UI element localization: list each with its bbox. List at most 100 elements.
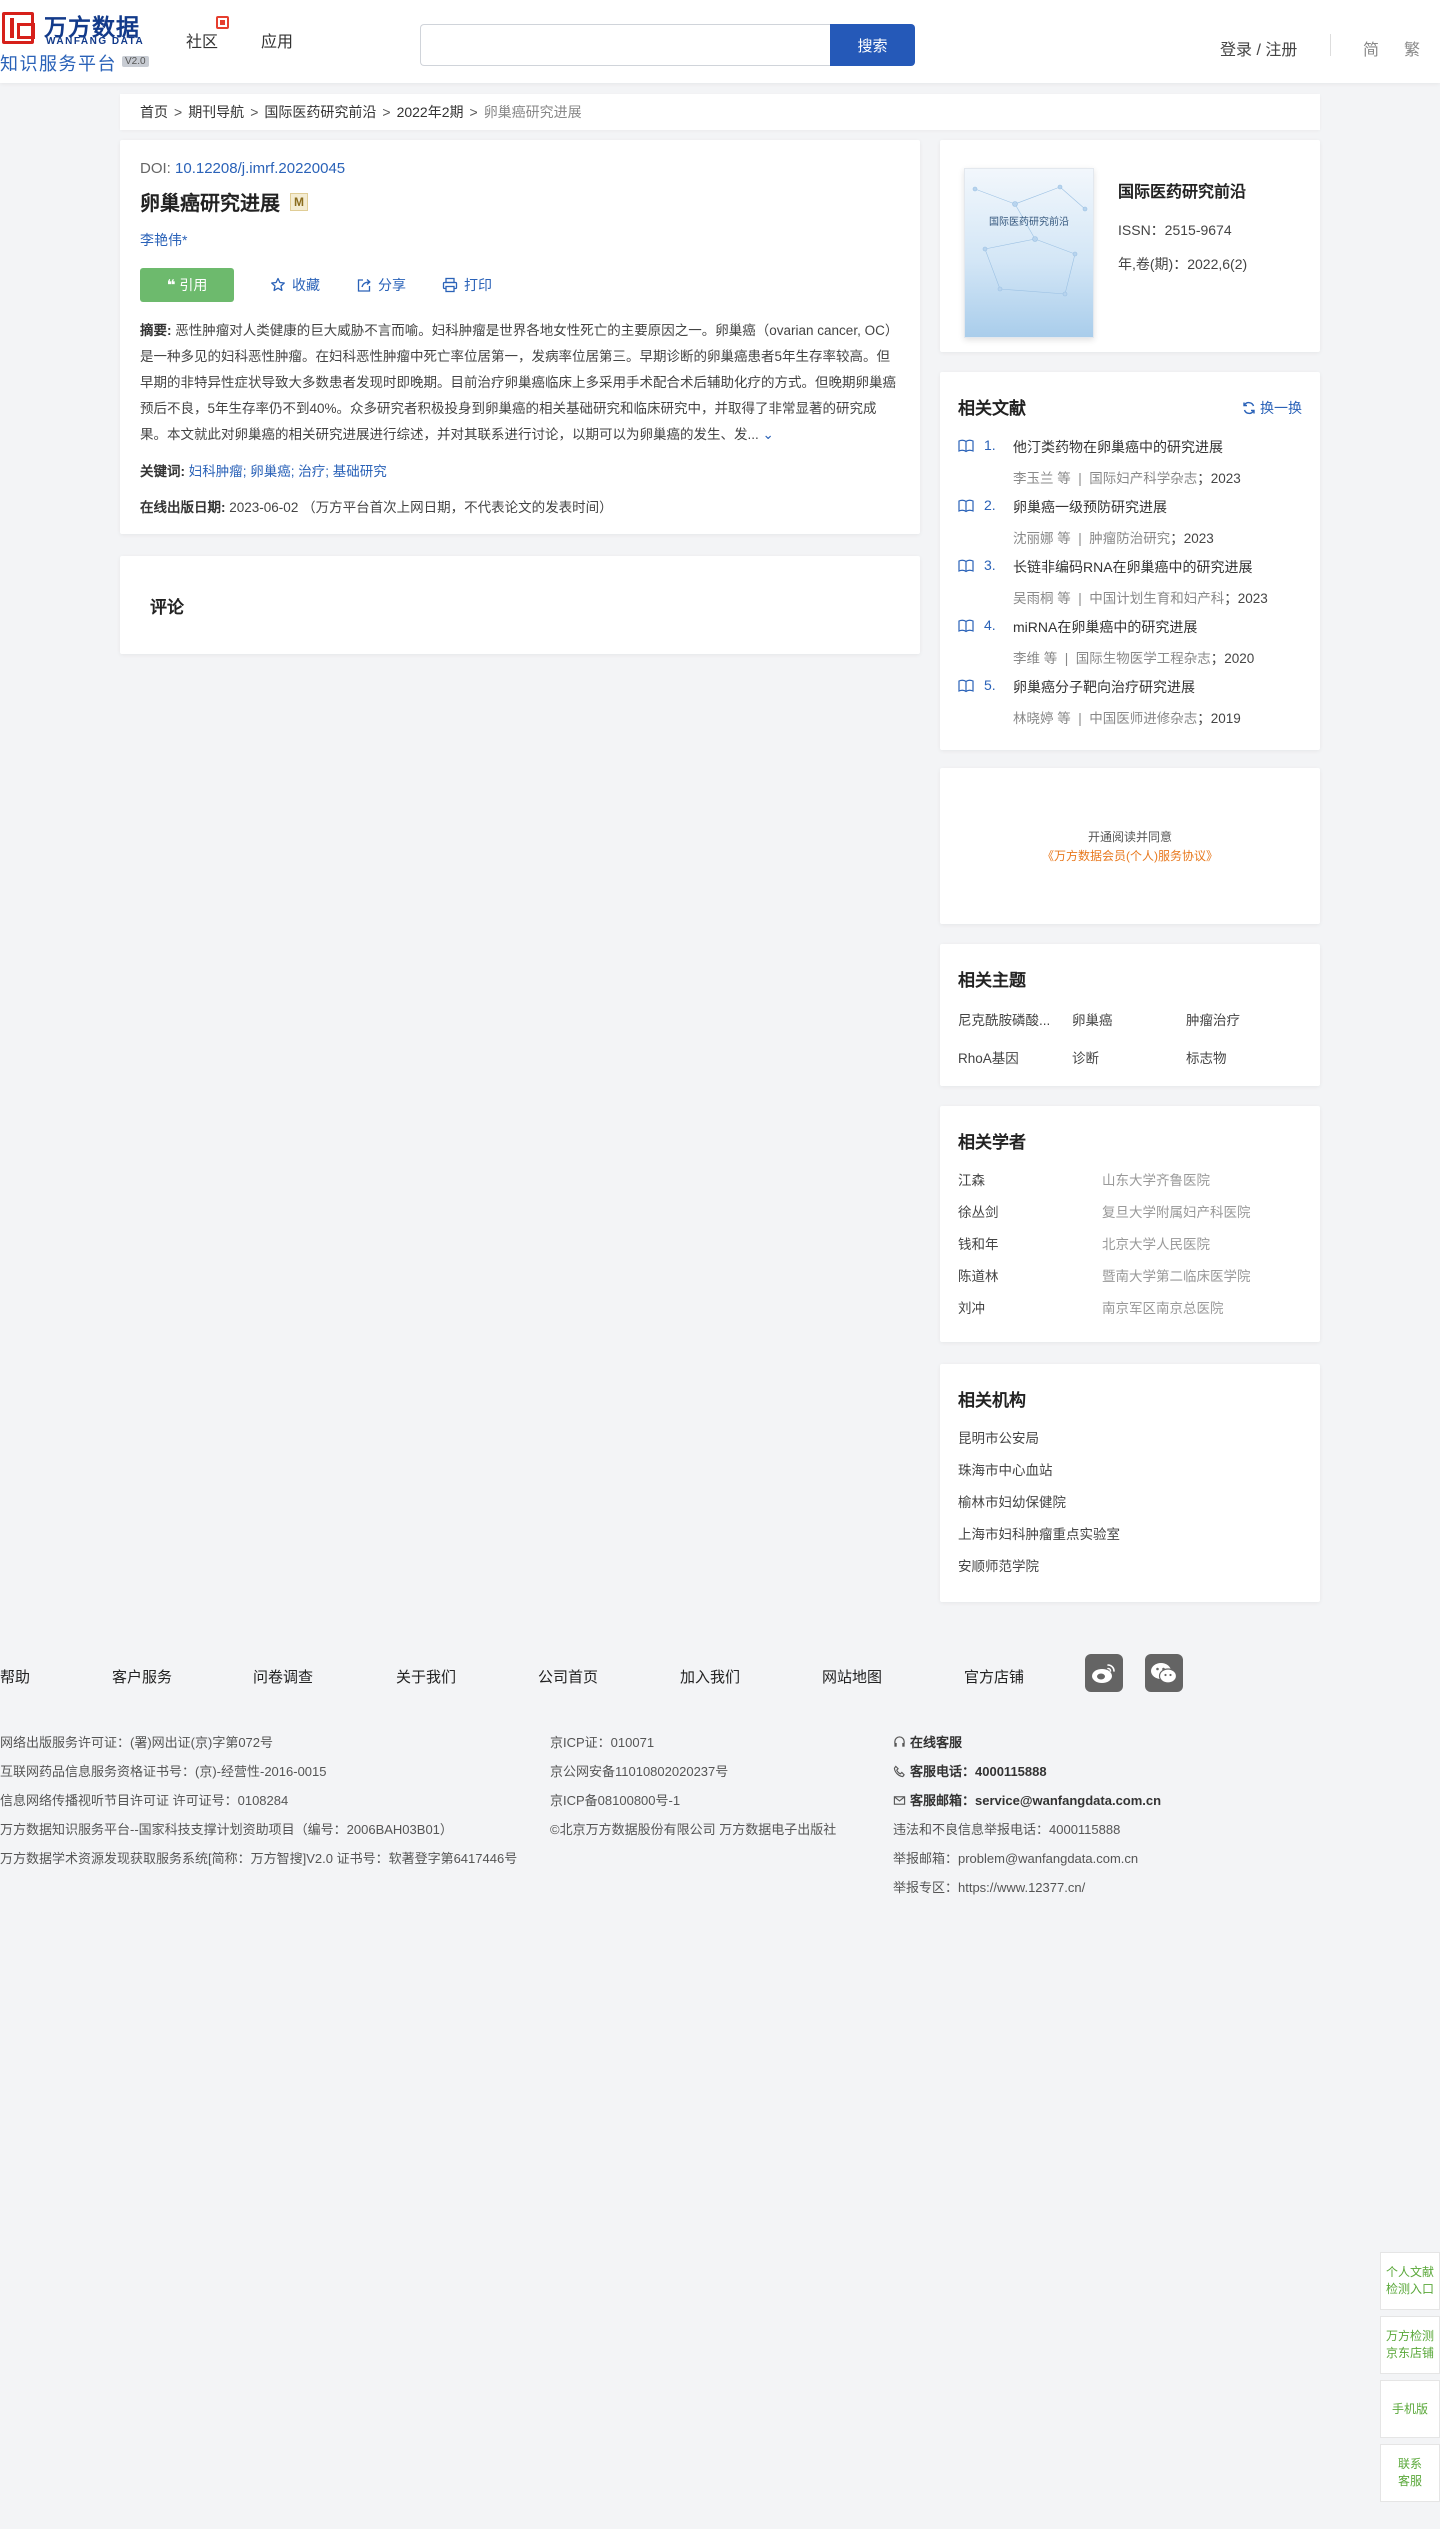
footer-link-join[interactable]: 加入我们 [680, 1666, 740, 1687]
membership-agreement-link[interactable]: 《万方数据会员(个人)服务协议》 [1042, 847, 1218, 864]
related-doc-item[interactable]: 5. 卵巢癌分子靶向治疗研究进展 林晓婷 等 | 中国医师进修杂志；2019 [958, 673, 1302, 733]
service-phone-row: 客服电话：4000115888 [893, 1757, 1161, 1786]
footer-link-customer-service[interactable]: 客户服务 [112, 1666, 172, 1687]
topic-link[interactable]: 卵巢癌 [1072, 1009, 1186, 1029]
footer-link-company[interactable]: 公司首页 [538, 1666, 598, 1687]
journal-volume: 年,卷(期)：2022,6(2) [1118, 256, 1248, 272]
topic-link[interactable]: 尼克酰胺磷酸... [958, 1009, 1072, 1029]
journal-name-link[interactable]: 国际医药研究前沿 [1118, 184, 1246, 201]
wechat-icon[interactable] [1145, 1654, 1183, 1692]
logo-en-text: WANFANG DATA [46, 36, 145, 47]
related-doc-source: 中国计划生育和妇产科 [1089, 591, 1225, 606]
footer-link-store[interactable]: 官方店铺 [964, 1666, 1024, 1687]
keywords-links[interactable]: 妇科肿瘤; 卵巢癌; 治疗; 基础研究 [189, 464, 387, 479]
headset-icon [894, 1736, 905, 1747]
nav-apps[interactable]: 应用 [261, 28, 293, 52]
institution-link[interactable]: 昆明市公安局 [958, 1427, 1302, 1459]
report-email[interactable]: 举报邮箱：problem@wanfangdata.com.cn [893, 1844, 1161, 1873]
print-button[interactable]: 打印 [442, 275, 492, 295]
search-button[interactable]: 搜索 [830, 24, 915, 66]
online-service-link[interactable]: 在线客服 [893, 1728, 1161, 1757]
related-doc-item[interactable]: 3. 长链非编码RNA在卵巢癌中的研究进展 吴雨桐 等 | 中国计划生育和妇产科… [958, 553, 1302, 613]
related-doc-meta: 李玉兰 等 | 国际妇产科学杂志；2023 [1013, 471, 1241, 486]
breadcrumb-journal[interactable]: 国际医药研究前沿 [264, 102, 376, 122]
scholar-name[interactable]: 徐丛剑 [958, 1201, 1102, 1233]
scholar-name[interactable]: 钱和年 [958, 1233, 1102, 1265]
report-phone: 违法和不良信息举报电话：4000115888 [893, 1822, 1121, 1837]
nav-community[interactable]: 社区 [186, 28, 218, 52]
wanfang-logo[interactable]: 万方数据 WANFANG DATA 知识服务平台 V2.0 [0, 6, 160, 74]
lang-traditional[interactable]: 繁 [1404, 36, 1420, 60]
related-doc-title[interactable]: miRNA在卵巢癌中的研究进展 [1013, 617, 1197, 637]
footer-icp-line[interactable]: 京ICP证：010071 [550, 1728, 836, 1757]
side-contact-service[interactable]: 联系 客服 [1380, 2444, 1440, 2502]
related-topics-title: 相关主题 [958, 971, 1026, 990]
related-doc-title[interactable]: 他汀类药物在卵巢癌中的研究进展 [1013, 437, 1223, 457]
scholar-name[interactable]: 江森 [958, 1169, 1102, 1201]
lang-simplified[interactable]: 简 [1363, 36, 1379, 60]
footer-icp-line[interactable]: 京公网安备11010802020237号 [550, 1757, 836, 1786]
cover-title: 国际医药研究前沿 [989, 217, 1069, 228]
topic-link[interactable]: 诊断 [1072, 1047, 1186, 1067]
breadcrumb-journals[interactable]: 期刊导航 [188, 102, 244, 122]
login-register-link[interactable]: 登录 / 注册 [1220, 36, 1297, 60]
footer-license-line: 信息网络传播视听节目许可证 许可证号：0108284 [0, 1793, 289, 1808]
footer-link-about[interactable]: 关于我们 [396, 1666, 456, 1687]
scholar-name[interactable]: 陈道林 [958, 1265, 1102, 1297]
expand-chevron-icon[interactable]: ⌄ [763, 427, 774, 442]
related-doc-title[interactable]: 卵巢癌一级预防研究进展 [1013, 497, 1167, 517]
share-button[interactable]: 分享 [356, 275, 406, 295]
related-doc-title[interactable]: 长链非编码RNA在卵巢癌中的研究进展 [1013, 557, 1253, 577]
article-title: 卵巢癌研究进展 [140, 193, 280, 215]
breadcrumb-separator: > [250, 104, 259, 120]
related-doc-item[interactable]: 4. miRNA在卵巢癌中的研究进展 李维 等 | 国际生物医学工程杂志；202… [958, 613, 1302, 673]
topic-link[interactable]: 标志物 [1186, 1047, 1300, 1067]
doi-link[interactable]: 10.12208/j.imrf.20220045 [175, 160, 345, 177]
footer-contact: 在线客服 客服电话：4000115888 客服邮箱：service@wanfan… [893, 1728, 1161, 1902]
journal-cover[interactable]: 国际医药研究前沿 [964, 168, 1094, 338]
topic-link[interactable]: 肿瘤治疗 [1186, 1009, 1300, 1029]
side-jd-store[interactable]: 万方检测 京东店铺 [1380, 2316, 1440, 2374]
topic-link[interactable]: RhoA基因 [958, 1047, 1072, 1067]
author-link[interactable]: 李艳伟* [140, 232, 187, 248]
institution-link[interactable]: 珠海市中心血站 [958, 1459, 1302, 1491]
related-doc-item[interactable]: 1. 他汀类药物在卵巢癌中的研究进展 李玉兰 等 | 国际妇产科学杂志；2023 [958, 433, 1302, 493]
related-doc-item[interactable]: 2. 卵巢癌一级预防研究进展 沈丽娜 等 | 肿瘤防治研究；2023 [958, 493, 1302, 553]
footer-link-survey[interactable]: 问卷调查 [253, 1666, 313, 1687]
breadcrumb-separator: > [469, 104, 478, 120]
weibo-icon[interactable] [1085, 1654, 1123, 1692]
related-doc-title[interactable]: 卵巢癌分子靶向治疗研究进展 [1013, 677, 1195, 697]
footer-icp-line[interactable]: 京ICP备08100800号-1 [550, 1786, 836, 1815]
related-doc-number: 5. [984, 677, 996, 693]
breadcrumb-home[interactable]: 首页 [140, 102, 168, 122]
related-doc-source: 肿瘤防治研究 [1089, 531, 1171, 546]
institution-link[interactable]: 安顺师范学院 [958, 1555, 1302, 1587]
report-zone[interactable]: 举报专区：https://www.12377.cn/ [893, 1873, 1161, 1902]
refresh-button[interactable]: 换一换 [1242, 398, 1302, 418]
service-email-value[interactable]: service@wanfangdata.com.cn [975, 1793, 1161, 1808]
institution-link[interactable]: 榆林市妇幼保健院 [958, 1491, 1302, 1523]
breadcrumb-current: 卵巢癌研究进展 [483, 104, 582, 120]
online-date-value: 2023-06-02 （万方平台首次上网日期，不代表论文的发表时间） [229, 500, 613, 515]
refresh-label: 换一换 [1260, 400, 1302, 416]
logo-subtitle: 知识服务平台 [0, 54, 117, 74]
favorite-button[interactable]: 收藏 [270, 275, 320, 295]
cite-button[interactable]: ❝ 引用 [140, 268, 234, 302]
phone-icon [893, 1765, 905, 1778]
community-notification-icon [216, 16, 229, 29]
related-doc-authors: 李维 等 [1013, 651, 1058, 666]
abstract-label: 摘要: [140, 323, 172, 338]
footer-link-sitemap[interactable]: 网站地图 [822, 1666, 882, 1687]
search-input[interactable] [420, 24, 830, 66]
footer-link-help[interactable]: 帮助 [0, 1666, 30, 1687]
breadcrumb-separator: > [174, 104, 183, 120]
book-icon [958, 619, 974, 633]
institution-link[interactable]: 上海市妇科肿瘤重点实验室 [958, 1523, 1302, 1555]
scholar-row: 徐丛剑 复旦大学附属妇产科医院 [958, 1201, 1302, 1233]
side-plagiarism-check-entry[interactable]: 个人文献 检测入口 [1380, 2252, 1440, 2310]
side-btn-line: 万方检测 [1385, 2329, 1434, 2343]
breadcrumb-issue[interactable]: 2022年2期 [397, 102, 464, 122]
side-mobile-version[interactable]: 手机版 [1380, 2380, 1440, 2438]
related-institutions-title: 相关机构 [958, 1391, 1026, 1410]
scholar-name[interactable]: 刘冲 [958, 1297, 1102, 1329]
